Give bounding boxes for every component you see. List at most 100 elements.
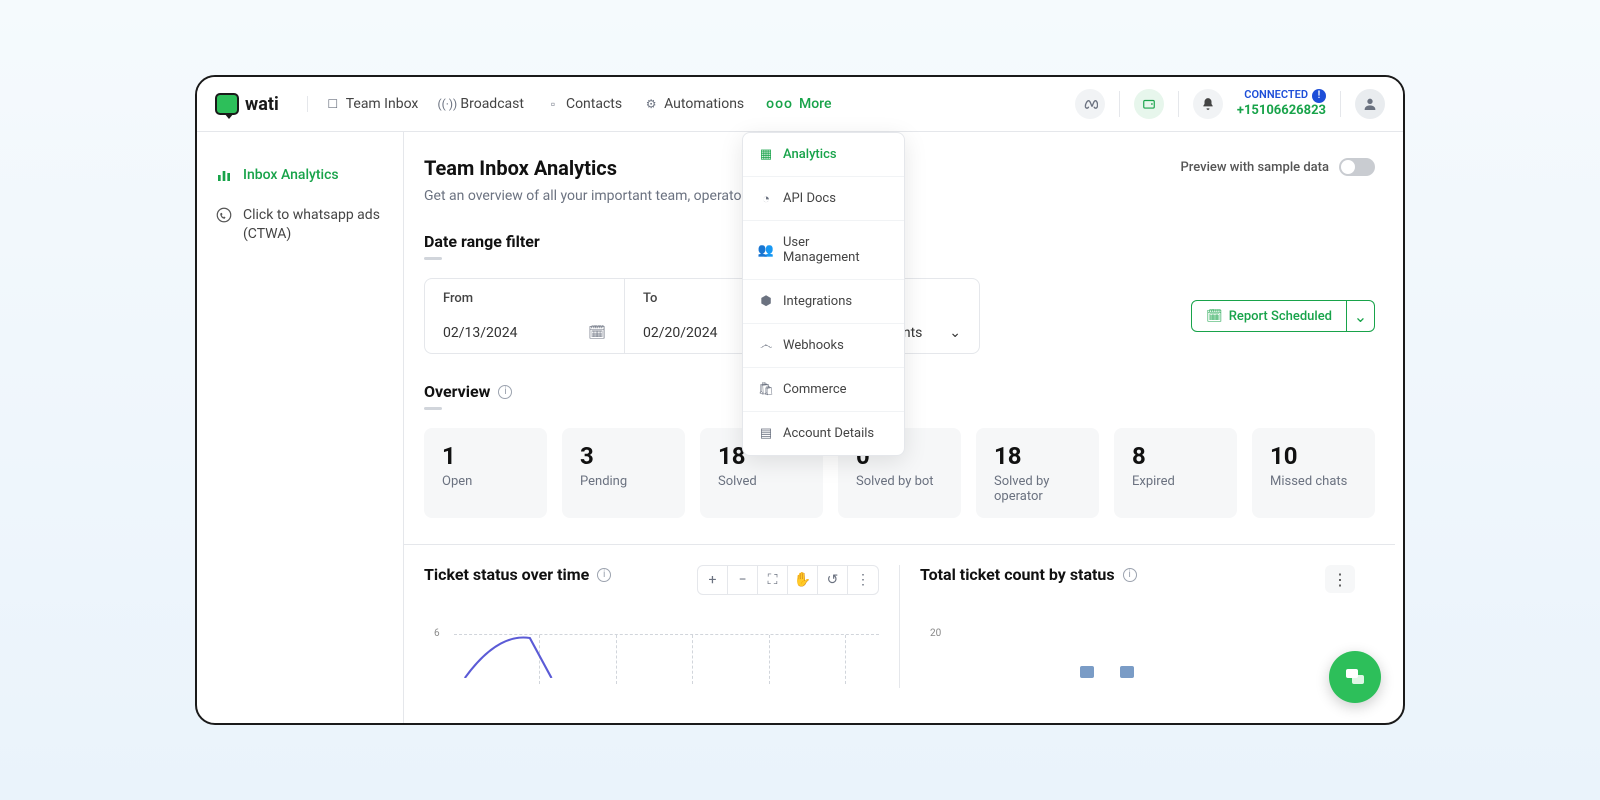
status-text: CONNECTED [1244, 88, 1308, 102]
app-window: wati ☐ Team Inbox ((·)) Broadcast ▫ Cont… [195, 75, 1405, 725]
top-nav: ☐ Team Inbox ((·)) Broadcast ▫ Contacts … [307, 96, 832, 112]
fullscreen-button[interactable]: ⛶ [758, 566, 788, 594]
contacts-icon: ▫ [546, 97, 560, 111]
info-badge-icon: ! [1312, 89, 1326, 103]
webhooks-icon: ෴ [759, 339, 773, 353]
analytics-icon: ▦ [759, 148, 773, 162]
nav-more[interactable]: ooo More [766, 96, 831, 112]
brand-logo[interactable]: wati [215, 93, 279, 115]
divider [1340, 91, 1341, 117]
dropdown-label: Account Details [783, 426, 874, 441]
chat-bubble-icon [215, 93, 239, 115]
bell-icon [1201, 97, 1215, 111]
notifications-button[interactable] [1193, 89, 1223, 119]
to-value: 02/20/2024 [643, 325, 718, 341]
reset-button[interactable]: ↺ [818, 566, 848, 594]
bar-chart-icon [215, 166, 233, 184]
preview-toggle-row: Preview with sample data [1180, 158, 1375, 176]
sidebar-item-label: Click to whatsapp ads (CTWA) [243, 206, 385, 245]
dropdown-user-management[interactable]: 👥 User Management [743, 221, 904, 280]
info-icon[interactable]: i [498, 385, 512, 399]
stat-expired: 8Expired [1114, 428, 1237, 518]
report-scheduled-button[interactable]: 🗓 Report Scheduled [1191, 300, 1347, 332]
more-dropdown: ▦ Analytics ◔ API Docs 👥 User Management… [742, 132, 905, 456]
chart-total-ticket-count: Total ticket count by status i ⋮ 20 [900, 565, 1375, 688]
wallet-icon [1142, 97, 1156, 111]
info-icon[interactable]: i [1123, 568, 1137, 582]
chart-menu-button[interactable]: ⋮ [848, 566, 878, 594]
dropdown-label: Commerce [783, 382, 847, 397]
sidebar-inbox-analytics[interactable]: Inbox Analytics [211, 156, 389, 196]
topbar: wati ☐ Team Inbox ((·)) Broadcast ▫ Cont… [197, 77, 1403, 132]
dropdown-commerce[interactable]: 🛍 Commerce [743, 368, 904, 412]
dropdown-webhooks[interactable]: ෴ Webhooks [743, 324, 904, 368]
phone-number: +15106626823 [1237, 103, 1326, 120]
chart-toolbar: + − ⛶ ✋ ↺ ⋮ [697, 565, 879, 595]
dropdown-integrations[interactable]: ⬢ Integrations [743, 280, 904, 324]
nav-broadcast[interactable]: ((·)) Broadcast [440, 96, 524, 112]
integrations-icon: ⬢ [759, 295, 773, 309]
sidebar: Inbox Analytics Click to whatsapp ads (C… [197, 132, 404, 723]
dropdown-analytics[interactable]: ▦ Analytics [743, 133, 904, 177]
users-icon: 👥 [759, 243, 773, 257]
nav-label: Contacts [566, 96, 622, 112]
calendar-small-icon: 🗓 [1206, 309, 1223, 324]
from-date-input[interactable]: From 02/13/2024 🗓 [424, 278, 624, 354]
dropdown-label: API Docs [783, 191, 836, 206]
y-tick: 20 [930, 628, 941, 639]
dropdown-label: Integrations [783, 294, 852, 309]
nav-team-inbox[interactable]: ☐ Team Inbox [326, 96, 419, 112]
zoom-out-button[interactable]: − [728, 566, 758, 594]
report-dropdown-caret[interactable]: ⌄ [1347, 300, 1375, 332]
report-button-label: Report Scheduled [1229, 309, 1332, 324]
line-path [454, 628, 909, 678]
divider [1119, 91, 1120, 117]
topbar-right: CONNECTED ! +15106626823 [1075, 88, 1385, 119]
chart-canvas: 20 [920, 628, 1375, 678]
person-icon [1362, 96, 1378, 112]
calendar-icon: 🗓 [588, 325, 606, 341]
pan-button[interactable]: ✋ [788, 566, 818, 594]
api-icon: ◔ [759, 192, 773, 206]
section-underline [424, 257, 442, 260]
zoom-in-button[interactable]: + [698, 566, 728, 594]
meta-icon-button[interactable] [1075, 89, 1105, 119]
sidebar-item-label: Inbox Analytics [243, 166, 339, 186]
report-button-group: 🗓 Report Scheduled ⌄ [1191, 300, 1375, 332]
commerce-icon: 🛍 [759, 383, 773, 397]
whatsapp-icon [215, 206, 233, 224]
chart-canvas: 6 [424, 628, 879, 678]
preview-label: Preview with sample data [1180, 160, 1329, 175]
inbox-icon: ☐ [326, 97, 340, 111]
chart-title: Total ticket count by status i [920, 565, 1375, 584]
broadcast-icon: ((·)) [440, 97, 454, 111]
wallet-button[interactable] [1134, 89, 1164, 119]
stat-solved-by-operator: 18Solved by operator [976, 428, 1099, 518]
connection-status[interactable]: CONNECTED ! +15106626823 [1237, 88, 1326, 119]
chevron-down-icon: ⌄ [1354, 307, 1367, 326]
preview-toggle[interactable] [1339, 158, 1375, 176]
chart-menu-button[interactable]: ⋮ [1325, 565, 1355, 593]
nav-automations[interactable]: ⚙ Automations [644, 96, 744, 112]
nav-label: Broadcast [460, 96, 524, 112]
sidebar-ctwa[interactable]: Click to whatsapp ads (CTWA) [211, 196, 389, 255]
chat-bubbles-icon [1343, 665, 1367, 689]
more-dots-icon: ooo [766, 96, 793, 112]
nav-label: Automations [664, 96, 744, 112]
from-label: From [443, 291, 606, 306]
gear-icon: ⚙ [644, 97, 658, 111]
info-icon[interactable]: i [597, 568, 611, 582]
stat-open: 1Open [424, 428, 547, 518]
brand-name: wati [245, 94, 279, 115]
dropdown-api-docs[interactable]: ◔ API Docs [743, 177, 904, 221]
chart-ticket-status-over-time: Ticket status over time i + − ⛶ ✋ ↺ ⋮ 6 [424, 565, 900, 688]
divider [1178, 91, 1179, 117]
y-tick: 6 [434, 628, 440, 639]
nav-contacts[interactable]: ▫ Contacts [546, 96, 622, 112]
user-avatar[interactable] [1355, 89, 1385, 119]
dropdown-account-details[interactable]: ▤ Account Details [743, 412, 904, 455]
dropdown-label: Analytics [783, 147, 837, 162]
dropdown-label: Webhooks [783, 338, 844, 353]
chat-fab[interactable] [1329, 651, 1381, 703]
from-value: 02/13/2024 [443, 325, 518, 341]
